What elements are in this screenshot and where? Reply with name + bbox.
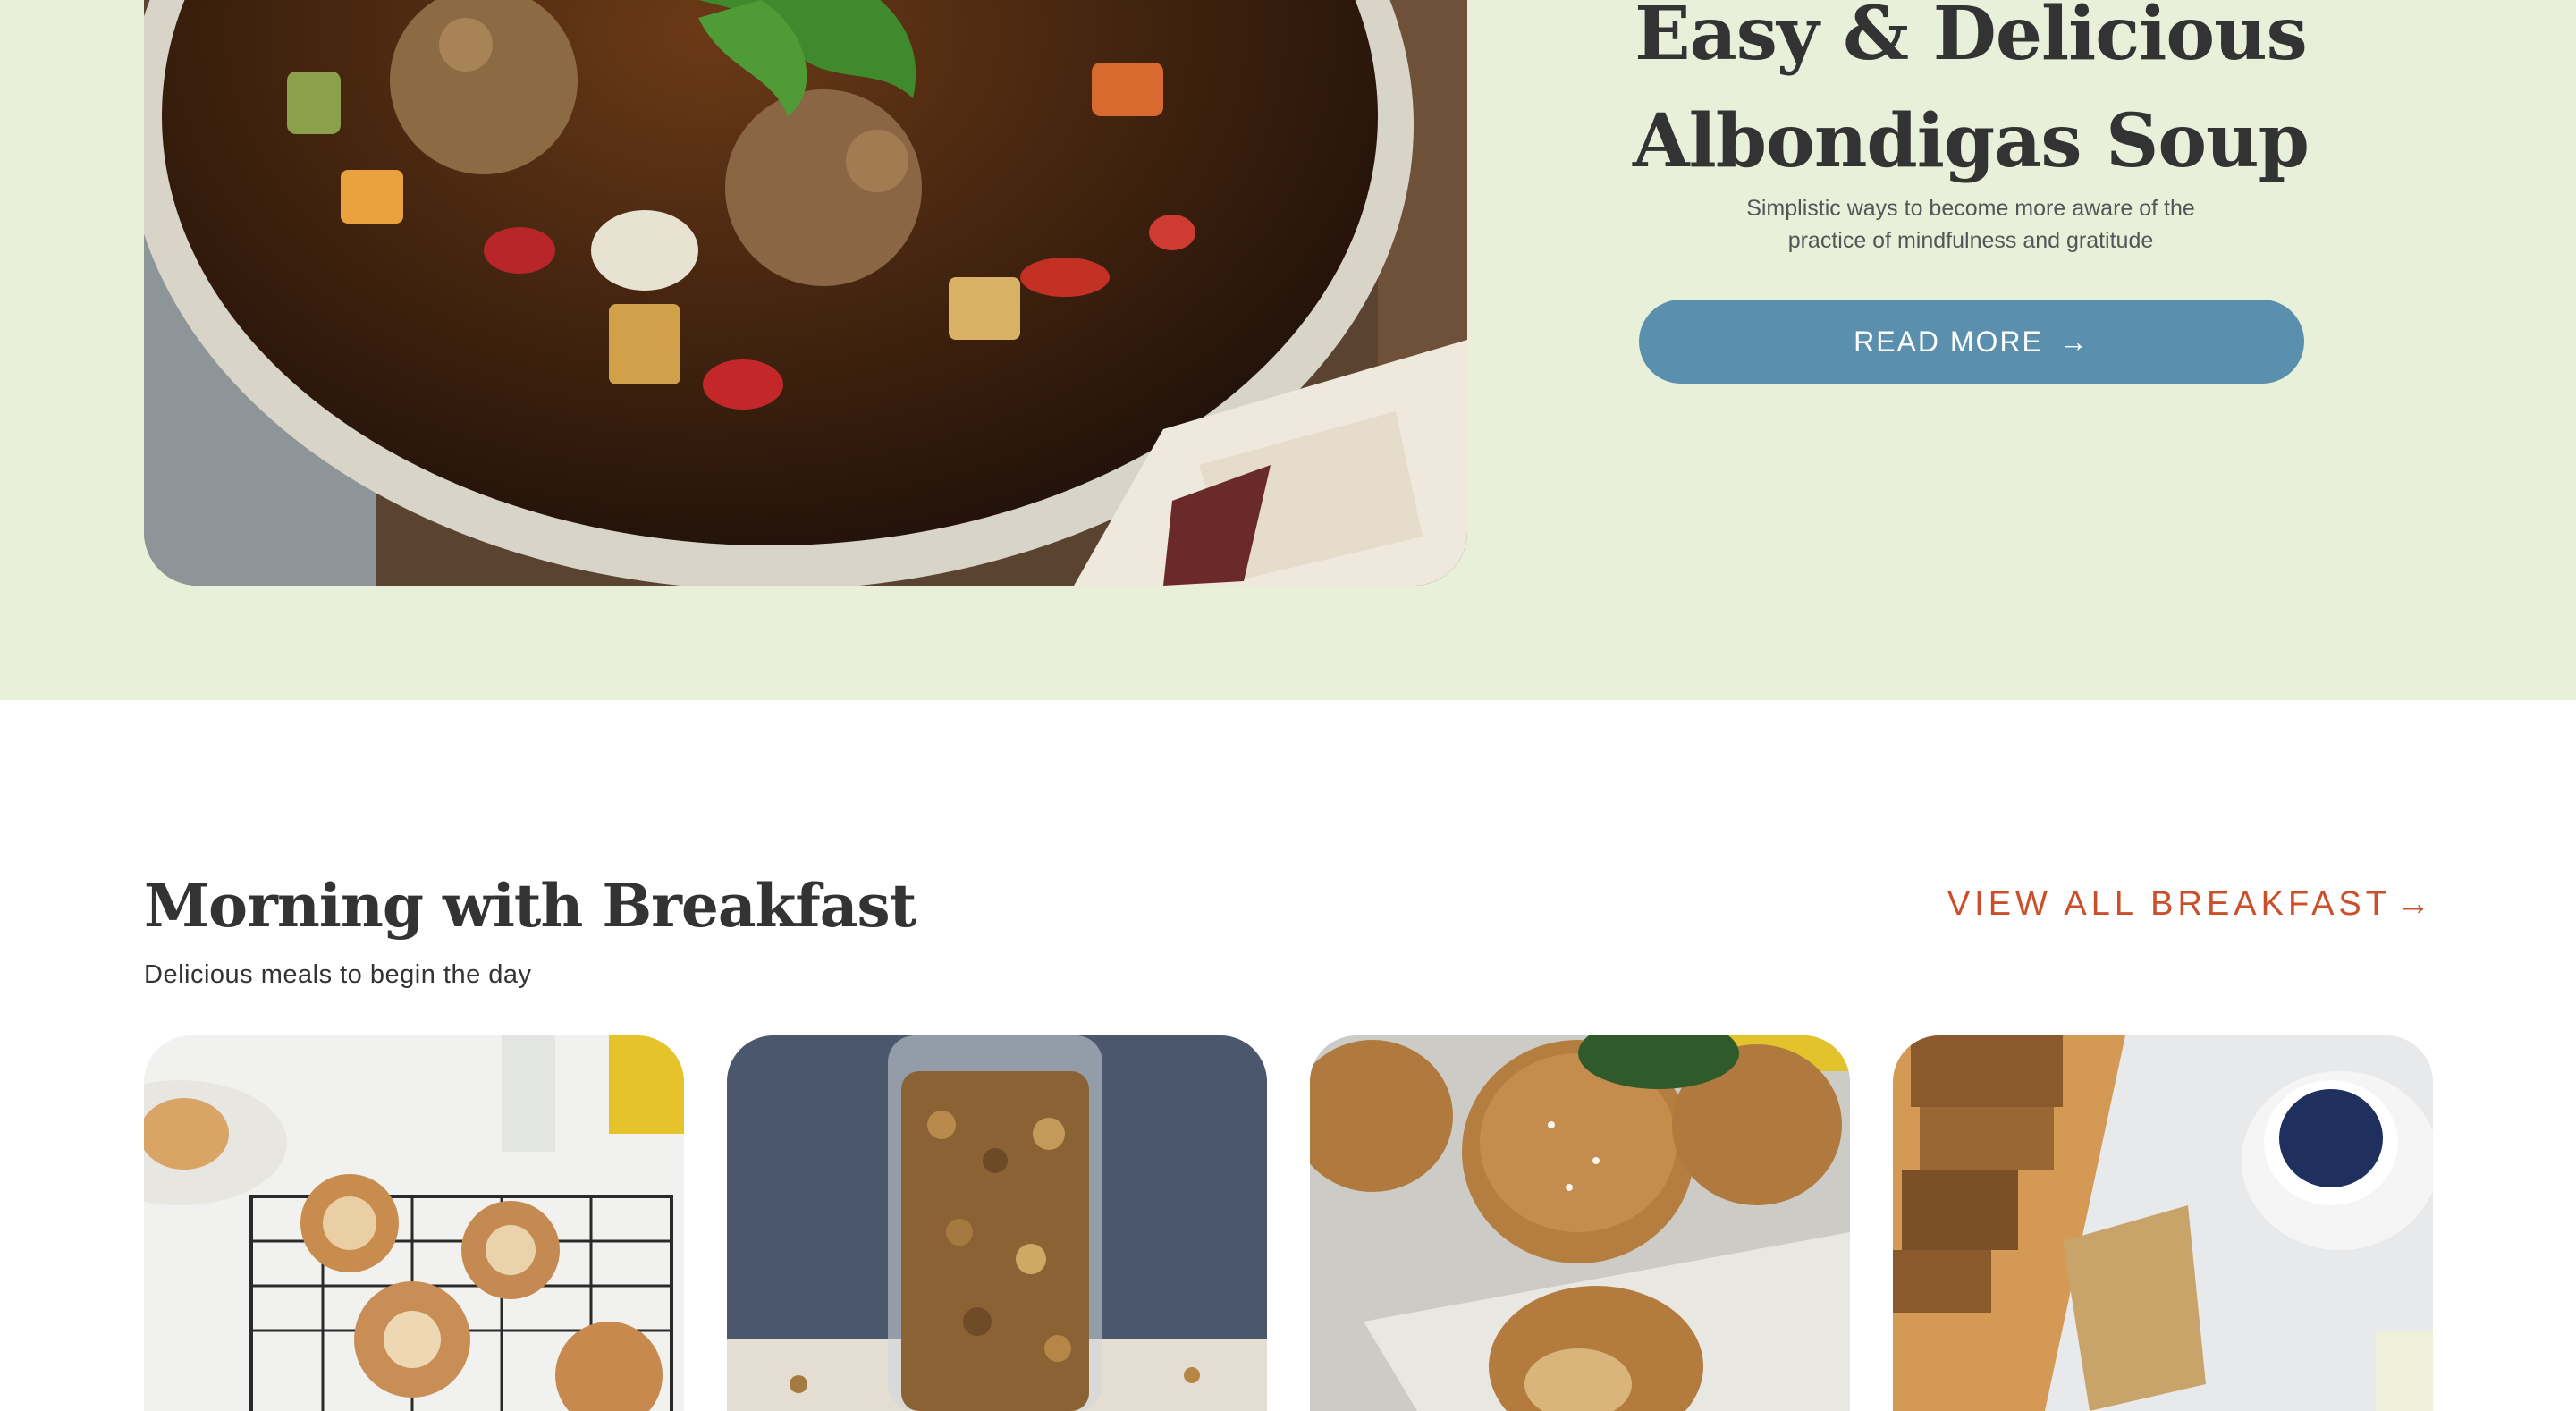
hero-subtitle: Simplistic ways to become more aware of …: [1645, 192, 2296, 257]
hero-title-line-2: Albondigas Soup: [1633, 98, 2310, 184]
read-more-button[interactable]: READ MORE →: [1639, 300, 2304, 384]
cinnamon-rolls-image: [144, 1035, 684, 1411]
muffins-image: [1310, 1035, 1850, 1411]
banana-bread-coffee-image: [1893, 1035, 2433, 1411]
hero-subtitle-line-2: practice of mindfulness and gratitude: [1787, 228, 2154, 253]
arrow-right-icon: →: [2396, 885, 2435, 923]
view-all-breakfast-link[interactable]: VIEW ALL BREAKFAST →: [1947, 885, 2435, 924]
hero-title-line-1: Easy & Delicious: [1634, 0, 2308, 77]
breakfast-card-muffins[interactable]: [1310, 1035, 1850, 1411]
hero-soup-image[interactable]: [144, 0, 1467, 586]
breakfast-card-cinnamon-rolls[interactable]: [144, 1035, 684, 1411]
breakfast-section-title: Morning with Breakfast: [144, 871, 916, 941]
read-more-label: READ MORE: [1854, 325, 2043, 358]
arrow-right-icon: →: [2058, 325, 2090, 358]
granola-jar-image: [727, 1035, 1267, 1411]
breakfast-section-subtitle: Delicious meals to begin the day: [144, 960, 532, 989]
hero-title: Easy & Delicious Albondigas Soup: [1520, 0, 2421, 195]
hero-section: Easy & Delicious Albondigas Soup Simplis…: [0, 0, 2576, 700]
view-all-label: VIEW ALL BREAKFAST: [1947, 885, 2391, 923]
hero-subtitle-line-1: Simplistic ways to become more aware of …: [1746, 196, 2195, 221]
breakfast-card-banana-bread[interactable]: [1893, 1035, 2433, 1411]
breakfast-card-granola[interactable]: [727, 1035, 1267, 1411]
soup-photo: [144, 0, 1467, 586]
